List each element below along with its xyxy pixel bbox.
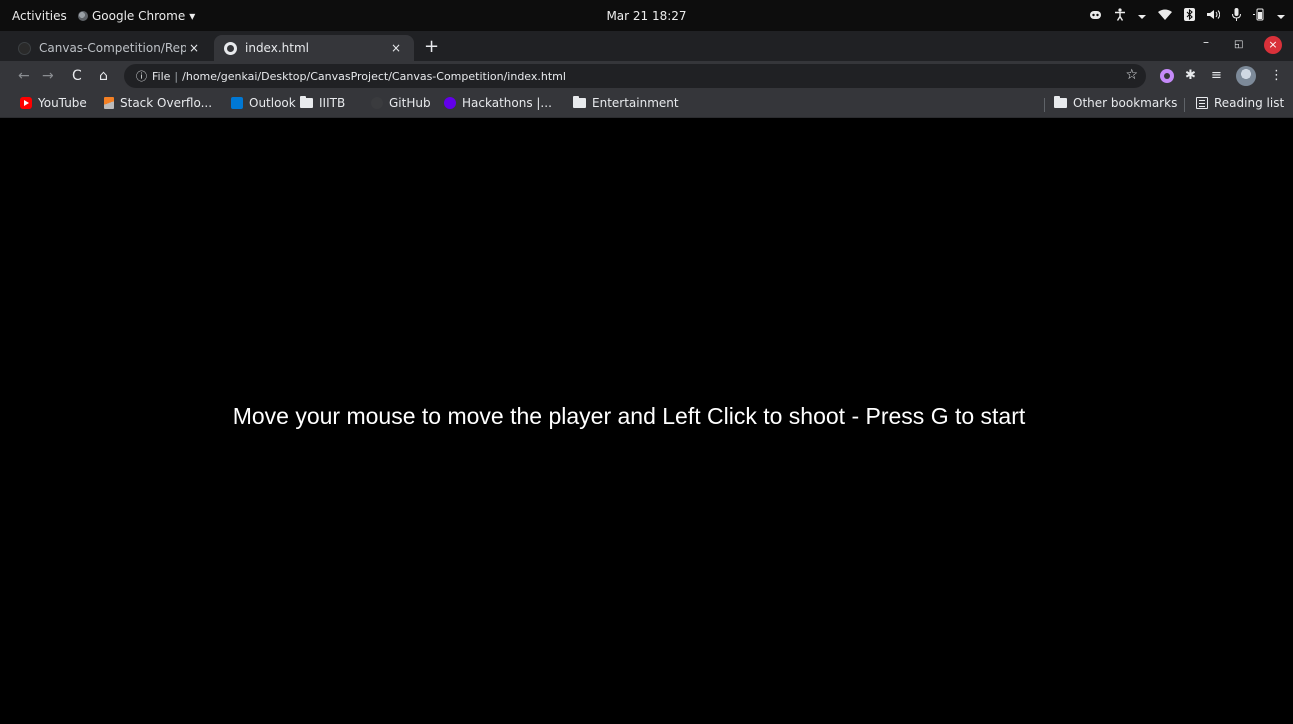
bookmark-label: Stack Overflo...: [120, 96, 213, 110]
globe-icon: [224, 41, 237, 55]
bookmark-youtube[interactable]: YouTube: [20, 96, 87, 110]
reading-list-button[interactable]: Reading list: [1196, 96, 1284, 110]
bookmark-star-icon[interactable]: ☆: [1125, 67, 1138, 83]
address-bar[interactable]: ⓘ File | /home/genkai/Desktop/CanvasProj…: [124, 64, 1146, 88]
youtube-icon: [20, 97, 32, 109]
bookmark-hackathons[interactable]: Hackathons |...: [444, 96, 552, 110]
bookmark-outlook[interactable]: Outlook: [231, 96, 296, 110]
bookmark-folder-other-bookmarks[interactable]: Other bookmarks: [1054, 96, 1177, 110]
bookmarks-bar: YouTube Stack Overflo... Outlook IIITB G…: [0, 91, 1293, 118]
reload-button[interactable]: C: [72, 67, 82, 85]
activities-button[interactable]: Activities: [0, 9, 78, 23]
stack-overflow-icon: [104, 97, 114, 109]
chevron-down-icon[interactable]: [1277, 9, 1285, 23]
tab-index-html[interactable]: index.html ×: [214, 35, 414, 61]
close-window-button[interactable]: ×: [1264, 36, 1282, 54]
bookmark-folder-iiitb[interactable]: IIITB: [300, 96, 345, 110]
bookmark-label: GitHub: [389, 96, 431, 110]
app-menu-button[interactable]: Google Chrome ▾: [78, 9, 195, 23]
url-text[interactable]: /home/genkai/Desktop/CanvasProject/Canva…: [182, 70, 566, 83]
forward-button[interactable]: →: [42, 67, 54, 85]
chevron-down-icon: ▾: [189, 8, 196, 23]
kebab-menu-icon[interactable]: ⋮: [1270, 68, 1283, 84]
url-scheme-label: File: [152, 69, 171, 83]
extension-icon[interactable]: [1160, 69, 1174, 83]
chrome-icon: [78, 10, 88, 21]
discord-icon[interactable]: [1089, 9, 1102, 23]
bookmark-label: IIITB: [319, 96, 346, 110]
bookmarks-divider: [1184, 98, 1185, 112]
accessibility-icon[interactable]: [1114, 7, 1126, 24]
media-controls-icon[interactable]: ≡: [1211, 68, 1222, 84]
new-tab-button[interactable]: +: [424, 37, 439, 57]
volume-icon[interactable]: [1207, 9, 1221, 23]
tab-title: Canvas-Competition/Repo: [39, 41, 186, 55]
folder-icon: [573, 96, 586, 108]
back-button[interactable]: ←: [18, 67, 30, 85]
github-favicon-icon: [18, 41, 31, 55]
tab-strip: Canvas-Competition/Repo × index.html × +…: [0, 31, 1293, 61]
outlook-icon: [231, 97, 243, 109]
home-button[interactable]: ⌂: [99, 67, 108, 85]
game-canvas[interactable]: Move your mouse to move the player and L…: [7, 119, 1293, 724]
reading-list-icon: [1196, 97, 1208, 109]
tab-canvas-competition-repo[interactable]: Canvas-Competition/Repo ×: [8, 35, 212, 61]
game-instructions: Move your mouse to move the player and L…: [232, 403, 1026, 429]
chevron-down-icon: [1138, 9, 1146, 23]
bookmark-label: Entertainment: [592, 96, 679, 110]
minimize-button[interactable]: –: [1203, 35, 1209, 49]
bookmark-label: YouTube: [38, 96, 87, 110]
system-tray[interactable]: [1089, 0, 1285, 31]
github-icon: [371, 97, 383, 109]
hackathons-icon: [444, 97, 456, 109]
microphone-icon[interactable]: [1232, 7, 1241, 24]
extensions-puzzle-icon[interactable]: ✱: [1185, 68, 1196, 84]
browser-toolbar: ← → C ⌂ ⓘ File | /home/genkai/Desktop/Ca…: [0, 61, 1293, 91]
close-icon[interactable]: ×: [186, 41, 202, 55]
system-top-bar: Activities Google Chrome ▾ Mar 21 18:27: [0, 0, 1293, 31]
tab-title: index.html: [245, 41, 309, 55]
bookmark-label: Reading list: [1214, 96, 1285, 110]
bookmark-stack-overflow[interactable]: Stack Overflo...: [104, 96, 212, 110]
bookmarks-divider: [1044, 98, 1045, 112]
battery-icon[interactable]: [1253, 8, 1265, 24]
bookmark-label: Outlook: [249, 96, 296, 110]
bookmark-label: Hackathons |...: [462, 96, 552, 110]
bookmark-folder-entertainment[interactable]: Entertainment: [573, 96, 679, 110]
maximize-button[interactable]: ◱: [1234, 39, 1243, 50]
bluetooth-icon[interactable]: [1184, 7, 1195, 24]
profile-avatar[interactable]: [1236, 66, 1256, 86]
close-icon[interactable]: ×: [388, 41, 404, 55]
folder-icon: [1054, 96, 1067, 108]
folder-icon: [300, 96, 313, 108]
bookmark-github[interactable]: GitHub: [371, 96, 431, 110]
wifi-icon[interactable]: [1158, 9, 1172, 23]
info-icon[interactable]: ⓘ: [136, 68, 147, 84]
app-name: Google Chrome: [92, 8, 186, 23]
url-separator: |: [174, 69, 179, 83]
bookmark-label: Other bookmarks: [1073, 96, 1178, 110]
